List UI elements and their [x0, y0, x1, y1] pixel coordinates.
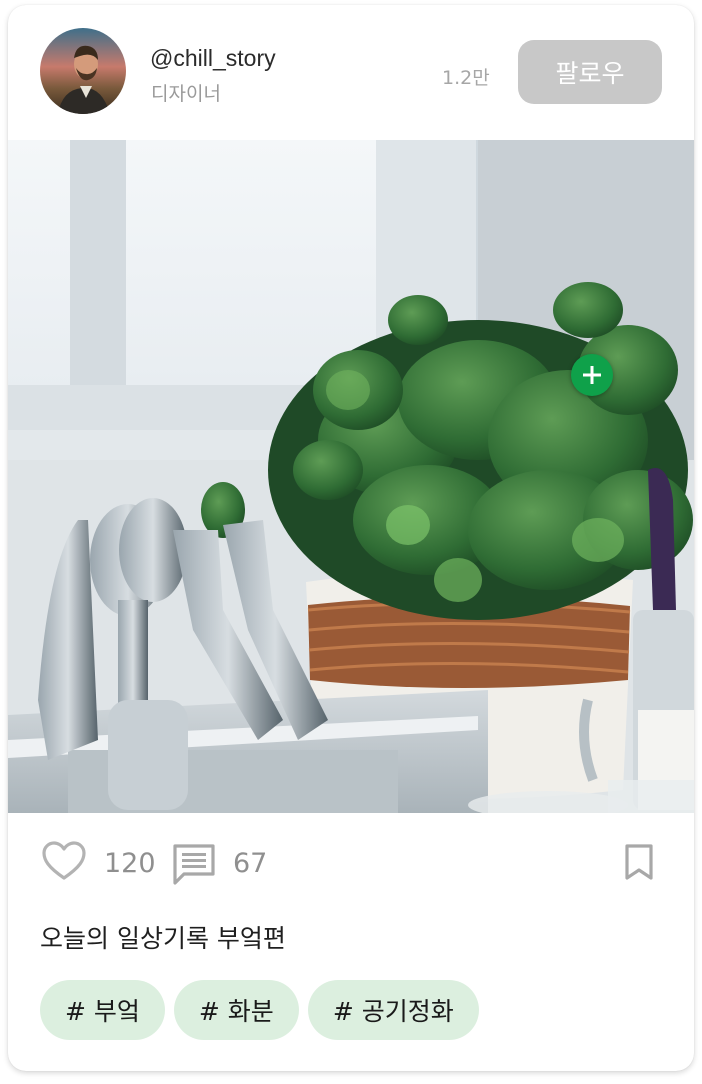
tag-chip[interactable]: # 공기정화: [307, 980, 479, 1040]
tag-chip[interactable]: # 화분: [173, 980, 299, 1040]
like-count: 120: [104, 848, 156, 879]
follow-button[interactable]: 팔로우: [518, 40, 662, 104]
user-role: 디자이너: [151, 83, 221, 105]
post-caption: 오늘의 일상기록 부엌편: [40, 924, 286, 953]
comment-icon[interactable]: [172, 843, 216, 889]
tag-chip[interactable]: # 부엌: [40, 980, 165, 1040]
follower-count: 1.2만: [442, 67, 490, 89]
bookmark-icon[interactable]: [624, 843, 654, 885]
post-card: @chill_story 디자이너 1.2만 팔로우 120 67 오늘의 일상…: [8, 5, 694, 1071]
username[interactable]: @chill_story: [150, 45, 276, 72]
comment-count: 67: [233, 848, 268, 879]
plus-icon[interactable]: [571, 354, 613, 396]
heart-icon[interactable]: [42, 841, 86, 885]
post-photo[interactable]: [8, 140, 694, 813]
tag-list: # 부엌 # 화분 # 공기정화: [40, 980, 479, 1040]
avatar[interactable]: [40, 28, 126, 114]
